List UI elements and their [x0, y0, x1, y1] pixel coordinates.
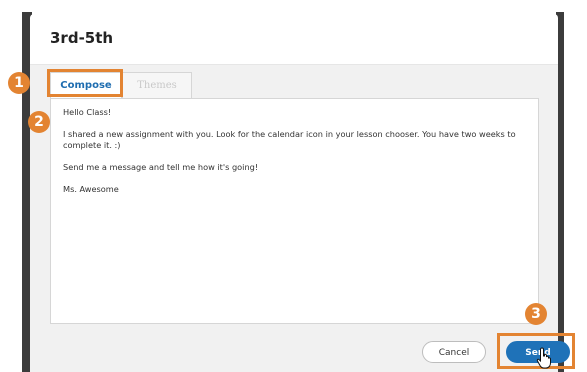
message-line: Send me a message and tell me how it's g…: [63, 162, 259, 172]
tab-themes[interactable]: Themes: [122, 72, 192, 98]
dialog-title: 3rd-5th: [50, 29, 114, 47]
step-badge-1: 1: [8, 72, 30, 94]
step-badge-3: 3: [525, 303, 547, 325]
message-line: I shared a new assignment with you. Look…: [63, 129, 516, 150]
message-textarea[interactable]: Hello Class! I shared a new assignment w…: [50, 98, 539, 324]
message-line: Hello Class!: [63, 107, 112, 117]
compose-dialog: 3rd-5th Compose Themes Hello Class! I sh…: [30, 14, 570, 372]
hand-pointer-icon: [536, 347, 551, 369]
step-badge-2: 2: [28, 111, 50, 133]
compose-tab-highlight: [47, 69, 123, 97]
message-line: Ms. Awesome: [63, 184, 119, 194]
message-body: Hello Class! I shared a new assignment w…: [63, 107, 523, 206]
cancel-button[interactable]: Cancel: [422, 341, 486, 363]
